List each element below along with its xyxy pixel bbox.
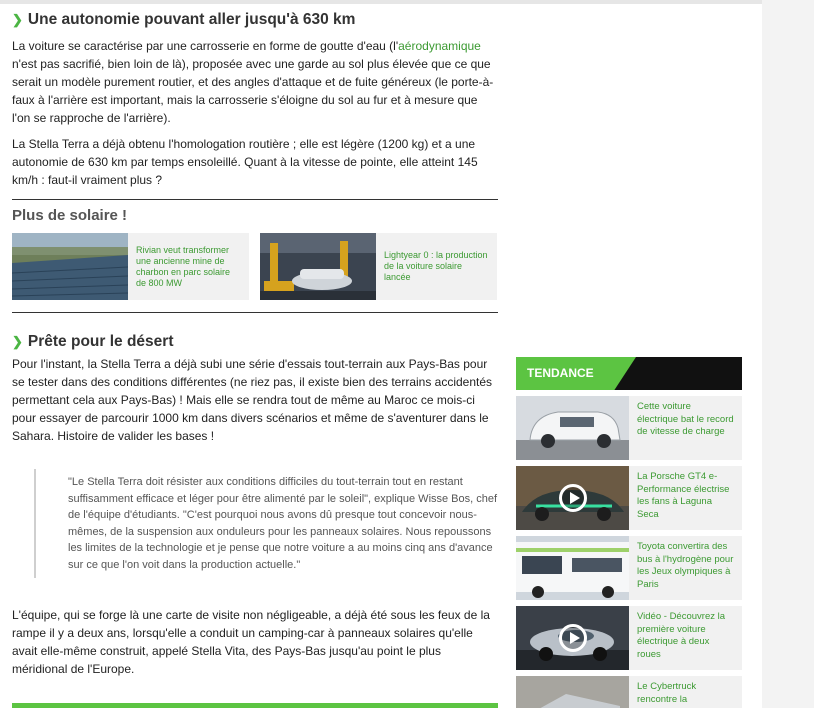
section-heading-autonomie: ❯ Une autonomie pouvant aller jusqu'à 63… bbox=[12, 10, 498, 30]
trending-item[interactable]: La Porsche GT4 e-Performance électrise l… bbox=[516, 466, 742, 530]
chevron-right-icon: ❯ bbox=[12, 12, 23, 27]
trending-sidebar: TENDANCE Cette voiture électrique bat le… bbox=[516, 357, 742, 708]
trending-item[interactable]: Le Cybertruck rencontre la bbox=[516, 676, 742, 708]
section-title: Prête pour le désert bbox=[27, 333, 174, 350]
article-body: ❯ Une autonomie pouvant aller jusqu'à 63… bbox=[12, 10, 498, 678]
right-gutter bbox=[762, 0, 814, 708]
race-car-thumbnail bbox=[516, 466, 629, 530]
related-card[interactable]: Lightyear 0 : la production de la voitur… bbox=[260, 233, 497, 300]
related-card-title: Lightyear 0 : la production de la voitur… bbox=[384, 250, 488, 282]
factory-thumbnail bbox=[260, 233, 376, 300]
divider bbox=[12, 199, 498, 200]
trending-item[interactable]: Vidéo - Découvrez la première voiture él… bbox=[516, 606, 742, 670]
paragraph: La voiture se caractérise par une carros… bbox=[12, 37, 498, 127]
trending-item-title: Le Cybertruck rencontre la bbox=[637, 681, 697, 705]
section-accent-bar bbox=[12, 703, 498, 708]
cybertruck-thumbnail bbox=[516, 676, 629, 708]
play-icon[interactable] bbox=[559, 484, 587, 512]
related-card[interactable]: Rivian veut transformer une ancienne min… bbox=[12, 233, 249, 300]
related-heading: Plus de solaire ! bbox=[12, 207, 128, 224]
trending-header: TENDANCE bbox=[516, 357, 742, 390]
section-heading-desert: ❯ Prête pour le désert bbox=[12, 332, 498, 352]
two-wheel-car-thumbnail bbox=[516, 606, 629, 670]
paragraph-text: La voiture se caractérise par une carros… bbox=[12, 39, 399, 53]
trending-item-title: La Porsche GT4 e-Performance électrise l… bbox=[637, 471, 730, 520]
aerodynamique-link[interactable]: aérodynamique bbox=[398, 39, 481, 53]
bus-thumbnail bbox=[516, 536, 629, 600]
trending-item-title: Toyota convertira des bus à l'hydrogène … bbox=[637, 541, 734, 590]
related-card-title: Rivian veut transformer une ancienne min… bbox=[136, 244, 231, 288]
trending-item[interactable]: Toyota convertira des bus à l'hydrogène … bbox=[516, 536, 742, 600]
solar-farm-thumbnail bbox=[12, 233, 128, 300]
chevron-right-icon: ❯ bbox=[12, 334, 23, 349]
trending-item-title: Cette voiture électrique bat le record d… bbox=[637, 401, 734, 437]
top-border bbox=[0, 0, 762, 4]
paragraph: L'équipe, qui se forge là une carte de v… bbox=[12, 608, 490, 676]
paragraph: La Stella Terra a déjà obtenu l'homologa… bbox=[12, 137, 478, 187]
paragraph-text: n'est pas sacrifié, bien loin de là), pr… bbox=[12, 57, 494, 125]
paragraph: Pour l'instant, la Stella Terra a déjà s… bbox=[12, 357, 493, 443]
play-icon[interactable] bbox=[559, 624, 587, 652]
trending-item[interactable]: Cette voiture électrique bat le record d… bbox=[516, 396, 742, 460]
divider bbox=[12, 312, 498, 313]
blockquote: "Le Stella Terra doit résister aux condi… bbox=[34, 469, 498, 578]
trending-item-title: Vidéo - Découvrez la première voiture él… bbox=[637, 611, 726, 660]
minivan-thumbnail bbox=[516, 396, 629, 460]
section-title: Une autonomie pouvant aller jusqu'à 630 … bbox=[27, 11, 356, 28]
trending-title: TENDANCE bbox=[527, 366, 594, 380]
related-cards: Rivian veut transformer une ancienne min… bbox=[12, 233, 498, 300]
